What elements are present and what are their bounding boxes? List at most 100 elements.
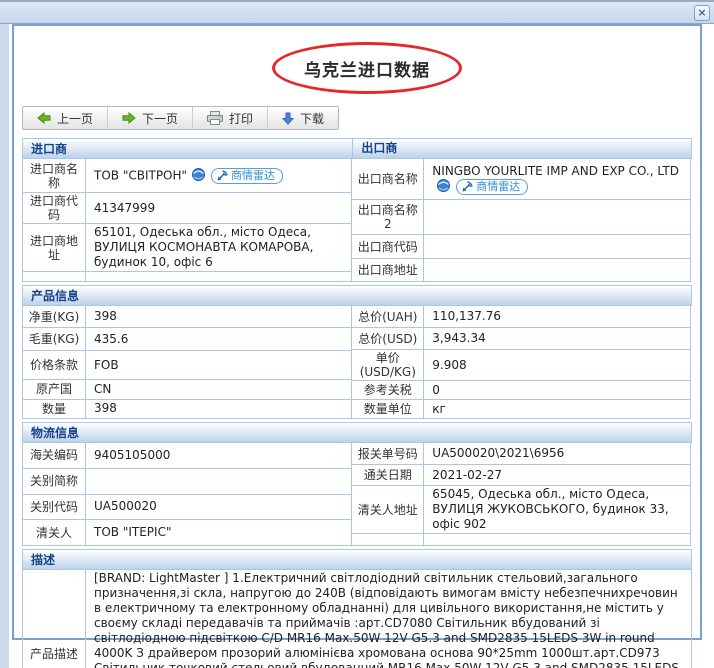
ref-tariff-value: 0 bbox=[424, 381, 691, 400]
incoterm-value: FOB bbox=[86, 350, 352, 380]
hs-code-label: 海关编码 bbox=[23, 443, 86, 469]
importer-name-cell: ТОВ "СВІТРОН" 商情雷达 bbox=[86, 159, 352, 193]
description-body: 产品描述 [BRAND: LightMaster ] 1.Електричний… bbox=[22, 570, 692, 668]
exporter-address-label: 出口商地址 bbox=[352, 259, 424, 282]
ref-tariff-label: 参考关税 bbox=[352, 381, 424, 400]
product-section-title: 产品信息 bbox=[23, 287, 691, 304]
importer-name-label: 进口商名称 bbox=[23, 159, 86, 193]
table-row: 总价(UAH) 110,137.76 bbox=[352, 306, 691, 328]
printer-icon bbox=[207, 111, 223, 125]
section-logistics: 物流信息 海关编码 9405105000 关别简称 bbox=[22, 422, 692, 546]
window-titlebar: × bbox=[0, 0, 714, 24]
logistics-header: 物流信息 bbox=[22, 422, 692, 443]
table-row: 价格条款 FOB bbox=[23, 350, 352, 380]
next-page-button[interactable]: 下一页 bbox=[108, 107, 193, 129]
left-frame-strip bbox=[0, 24, 9, 668]
trade-record-dialog: 乌克兰进口数据 上一页 下一页 打印 bbox=[12, 24, 702, 640]
download-button[interactable]: 下载 bbox=[268, 107, 338, 129]
net-weight-label: 净重(KG) bbox=[23, 306, 86, 328]
table-row: 出口商名称 NINGBO YOURLITE IMP AND EXP CO., L… bbox=[352, 159, 691, 200]
gross-weight-value: 435.6 bbox=[86, 328, 352, 350]
exporter-table: 出口商名称 NINGBO YOURLITE IMP AND EXP CO., L… bbox=[351, 158, 691, 282]
incoterm-label: 价格条款 bbox=[23, 350, 86, 380]
customs-abbr-label: 关别简称 bbox=[23, 468, 86, 494]
globe-icon[interactable] bbox=[192, 168, 205, 181]
importer-table: 进口商名称 ТОВ "СВІТРОН" 商情雷达 进口商代码 41347999 进… bbox=[22, 158, 352, 282]
arrow-down-icon bbox=[282, 112, 294, 125]
exporter-name-label: 出口商名称 bbox=[352, 159, 424, 200]
product-table-right: 总价(UAH) 110,137.76 总价(USD) 3,943.34 单价 (… bbox=[351, 305, 691, 419]
customs-broker-value: ТОВ "ІТЕРІС" bbox=[86, 520, 352, 546]
empty-value bbox=[424, 534, 691, 546]
print-label: 打印 bbox=[229, 110, 253, 127]
customs-code-value: UA500020 bbox=[86, 494, 352, 520]
print-button[interactable]: 打印 bbox=[193, 107, 268, 129]
quantity-unit-label: 数量单位 bbox=[352, 400, 424, 419]
section-product: 产品信息 净重(KG) 398 毛重(KG) 435.6 bbox=[22, 285, 692, 419]
importer-section-title: 进口商 bbox=[23, 140, 352, 157]
declaration-no-label: 报关单号码 bbox=[352, 443, 424, 465]
broker-address-value: 65045, Одеська обл., місто Одеса, ВУЛИЦЯ… bbox=[424, 486, 691, 534]
table-row: 毛重(KG) 435.6 bbox=[23, 328, 352, 350]
logistics-table-left: 海关编码 9405105000 关别简称 关别代码 UA500020 清关 bbox=[22, 442, 352, 546]
importer-address-label: 进口商地址 bbox=[23, 224, 86, 272]
declaration-no-value: UA500020\2021\6956 bbox=[424, 443, 691, 465]
importer-code-value: 41347999 bbox=[86, 193, 352, 224]
section-description: 描述 产品描述 [BRAND: LightMaster ] 1.Електрич… bbox=[22, 549, 692, 668]
section-parties: 进口商 出口商 进口商名称 ТОВ "СВІТРОН"商情雷达 进口商 bbox=[22, 138, 692, 282]
radar-badge[interactable]: 商情雷达 bbox=[211, 168, 283, 184]
radar-icon bbox=[461, 181, 473, 193]
product-body: 净重(KG) 398 毛重(KG) 435.6 价格条款 FOB 原产国 bbox=[22, 306, 692, 419]
quantity-label: 数量 bbox=[23, 399, 86, 418]
screen: × 乌克兰进口数据 上一页 下一页 bbox=[0, 0, 714, 668]
table-row: 参考关税 0 bbox=[352, 381, 691, 400]
exporter-section-title: 出口商 bbox=[352, 138, 691, 159]
radar-icon bbox=[216, 170, 228, 182]
table-row: 报关单号码 UA500020\2021\6956 bbox=[352, 443, 691, 465]
table-row: 出口商代码 bbox=[352, 235, 691, 259]
exporter-name2-label: 出口商名称2 bbox=[352, 200, 424, 235]
description-header: 描述 bbox=[22, 549, 692, 570]
empty-value bbox=[86, 272, 352, 282]
table-row bbox=[23, 272, 352, 282]
clearance-date-value: 2021-02-27 bbox=[424, 465, 691, 486]
table-row: 产品描述 [BRAND: LightMaster ] 1.Електричний… bbox=[23, 570, 692, 668]
table-row: 原产国 CN bbox=[23, 380, 352, 399]
logistics-table-right: 报关单号码 UA500020\2021\6956 通关日期 2021-02-27… bbox=[351, 442, 691, 546]
table-row: 通关日期 2021-02-27 bbox=[352, 465, 691, 486]
prev-page-label: 上一页 bbox=[57, 110, 93, 127]
title-area: 乌克兰进口数据 bbox=[14, 42, 700, 94]
importer-name-value: ТОВ "СВІТРОН" bbox=[94, 168, 187, 182]
product-description-value: [BRAND: LightMaster ] 1.Електричний світ… bbox=[86, 570, 692, 668]
exporter-address-value bbox=[424, 259, 691, 282]
globe-icon[interactable] bbox=[437, 179, 450, 192]
radar-badge-label: 商情雷达 bbox=[231, 168, 275, 183]
product-description-label: 产品描述 bbox=[23, 570, 86, 668]
download-label: 下载 bbox=[300, 110, 324, 127]
arrow-right-icon bbox=[122, 112, 136, 124]
exporter-name2-value bbox=[424, 200, 691, 235]
close-button[interactable]: × bbox=[694, 5, 710, 21]
empty-label bbox=[352, 534, 424, 546]
table-row: 数量单位 кг bbox=[352, 400, 691, 419]
table-row: 出口商地址 bbox=[352, 259, 691, 282]
importer-code-label: 进口商代码 bbox=[23, 193, 86, 224]
table-row: 总价(USD) 3,943.34 bbox=[352, 328, 691, 350]
unit-price-value: 9.908 bbox=[424, 350, 691, 381]
toolbar: 上一页 下一页 打印 下载 bbox=[22, 106, 339, 130]
prev-page-button[interactable]: 上一页 bbox=[23, 107, 108, 129]
red-circle-annotation: 乌克兰进口数据 bbox=[272, 42, 462, 94]
radar-badge[interactable]: 商情雷达 bbox=[456, 179, 528, 195]
quantity-unit-value: кг bbox=[424, 400, 691, 419]
table-row: 进口商代码 41347999 bbox=[23, 193, 352, 224]
table-row bbox=[352, 534, 691, 546]
table-row: 数量 398 bbox=[23, 399, 352, 418]
exporter-code-value bbox=[424, 235, 691, 259]
table-row: 进口商地址 65101, Одеська обл., місто Одеса, … bbox=[23, 224, 352, 272]
record-content: 进口商 出口商 进口商名称 ТОВ "СВІТРОН"商情雷达 进口商 bbox=[22, 138, 692, 668]
next-page-label: 下一页 bbox=[142, 110, 178, 127]
importer-address-value: 65101, Одеська обл., місто Одеса, ВУЛИЦЯ… bbox=[86, 224, 352, 272]
origin-country-value: CN bbox=[86, 380, 352, 399]
parties-body: 进口商名称 ТОВ "СВІТРОН" 商情雷达 进口商代码 41347999 进… bbox=[22, 159, 692, 282]
table-row: 出口商名称2 bbox=[352, 200, 691, 235]
